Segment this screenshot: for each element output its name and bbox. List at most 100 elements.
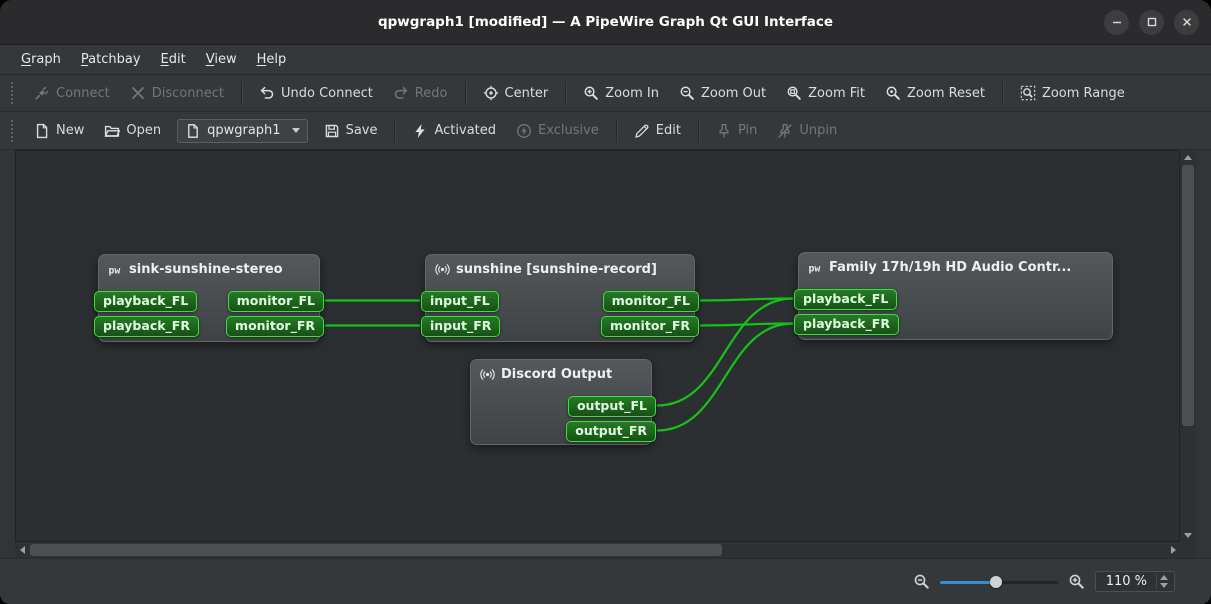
input-port-playback_FR[interactable]: playback_FR: [94, 316, 199, 337]
toolbar-separator: [616, 120, 617, 142]
svg-text:pw: pw: [108, 265, 120, 276]
menu-view[interactable]: View: [197, 48, 246, 71]
input-port-playback_FR[interactable]: playback_FR: [794, 314, 899, 335]
vertical-scrollbar[interactable]: [1180, 150, 1196, 542]
disconnect-button[interactable]: Disconnect: [121, 79, 233, 107]
node-title: pw sink-sunshine-stereo: [99, 255, 319, 277]
close-button[interactable]: [1174, 10, 1199, 35]
toolbar-handle[interactable]: [11, 82, 15, 104]
connect-button[interactable]: Connect: [25, 79, 119, 107]
horizontal-scroll-handle[interactable]: [30, 544, 722, 556]
patchbay-combo[interactable]: qpwgraph1: [177, 119, 307, 143]
activated-icon: [412, 123, 428, 139]
output-port-monitor_FR[interactable]: monitor_FR: [601, 316, 699, 337]
edit-icon: [634, 123, 650, 139]
node-title-text: sink-sunshine-stereo: [129, 262, 283, 277]
toolbar-button-label: Center: [505, 86, 549, 101]
graph-node-family[interactable]: pwFamily 17h/19h HD Audio Contr...playba…: [798, 252, 1113, 340]
vertical-scroll-track[interactable]: [1182, 165, 1194, 527]
toolbar-button-label: Zoom Reset: [907, 86, 985, 101]
unpin-icon: [777, 123, 793, 139]
triangle-left-icon: [20, 546, 25, 554]
maximize-button[interactable]: [1139, 10, 1164, 35]
scrollbar-corner: [1180, 542, 1196, 558]
zoom-out-icon: [679, 85, 695, 101]
zoom-reset-button[interactable]: Zoom Reset: [876, 79, 994, 107]
minimize-button[interactable]: [1104, 10, 1129, 35]
disconnect-icon: [130, 85, 146, 101]
output-port-output_FL[interactable]: output_FL: [568, 396, 656, 417]
window-title: qpwgraph1 [modified] — A PipeWire Graph …: [378, 14, 833, 30]
input-port-input_FL[interactable]: input_FL: [421, 291, 499, 312]
scroll-up-arrow[interactable]: [1180, 150, 1196, 164]
activated-button[interactable]: Activated: [403, 117, 505, 145]
pipewire-icon: pw: [108, 262, 123, 277]
toolbar-button-label: Zoom In: [605, 86, 659, 101]
zoom-in-button[interactable]: Zoom In: [574, 79, 668, 107]
redo-button[interactable]: Redo: [384, 79, 457, 107]
zoom-slider-fill: [940, 581, 997, 584]
toolbar-separator: [394, 120, 395, 142]
new-button[interactable]: New: [25, 117, 93, 145]
input-port-playback_FL[interactable]: playback_FL: [794, 289, 897, 310]
toolbar-button-label: Zoom Fit: [808, 86, 865, 101]
graph-canvas[interactable]: pwsink-sunshine-stereoplayback_FLplaybac…: [15, 150, 1180, 542]
zoom-slider[interactable]: [940, 574, 1058, 590]
menu-patchbay[interactable]: Patchbay: [72, 48, 150, 71]
triangle-down-icon: [1184, 533, 1192, 538]
pipewire-icon: pw: [808, 260, 823, 275]
vertical-scroll-handle[interactable]: [1182, 165, 1194, 426]
toolbar-handle[interactable]: [11, 120, 15, 142]
menu-graph[interactable]: Graph: [12, 48, 70, 71]
toolbar-button-label: Undo Connect: [281, 86, 373, 101]
titlebar: qpwgraph1 [modified] — A PipeWire Graph …: [0, 0, 1211, 45]
zoom-out-icon[interactable]: [913, 573, 930, 590]
graph-node-sink[interactable]: pwsink-sunshine-stereoplayback_FLplaybac…: [98, 254, 320, 342]
output-port-monitor_FR[interactable]: monitor_FR: [226, 316, 324, 337]
graph-node-sunshine[interactable]: sunshine [sunshine-record]input_FLinput_…: [425, 254, 695, 342]
menu-edit[interactable]: Edit: [152, 48, 195, 71]
undo-connect-button[interactable]: Undo Connect: [250, 79, 382, 107]
menu-help[interactable]: Help: [248, 48, 296, 71]
horizontal-scroll-track[interactable]: [30, 544, 1165, 556]
scroll-left-arrow[interactable]: [15, 542, 29, 558]
zoom-slider-handle[interactable]: [990, 576, 1002, 588]
record-icon: [435, 262, 450, 277]
triangle-right-icon: [1171, 546, 1176, 554]
toolbar-separator: [241, 82, 242, 104]
node-title: sunshine [sunshine-record]: [426, 255, 694, 277]
undo-icon: [259, 85, 275, 101]
output-port-monitor_FL[interactable]: monitor_FL: [603, 291, 699, 312]
unpin-button[interactable]: Unpin: [768, 117, 846, 145]
toolbar-button-label: Disconnect: [152, 86, 224, 101]
save-button[interactable]: Save: [315, 117, 387, 145]
zoom-range-button[interactable]: Zoom Range: [1011, 79, 1134, 107]
scroll-right-arrow[interactable]: [1166, 542, 1180, 558]
zoom-reset-icon: [885, 85, 901, 101]
scroll-down-arrow[interactable]: [1180, 528, 1196, 542]
edit-button[interactable]: Edit: [625, 117, 690, 145]
output-port-monitor_FL[interactable]: monitor_FL: [228, 291, 324, 312]
triangle-up-icon: [1184, 155, 1192, 160]
zoom-fit-button[interactable]: Zoom Fit: [777, 79, 874, 107]
file-toolbar: NewOpen qpwgraph1 Save ActivatedExclusive Ed…: [0, 112, 1211, 150]
exclusive-button[interactable]: Exclusive: [507, 117, 608, 145]
graph-node-discord[interactable]: Discord Outputoutput_FLoutput_FR: [470, 359, 652, 445]
input-port-input_FR[interactable]: input_FR: [421, 316, 500, 337]
combo-value: qpwgraph1: [207, 123, 280, 138]
zoom-in-icon[interactable]: [1068, 573, 1085, 590]
open-button[interactable]: Open: [95, 117, 170, 145]
toolbar-separator: [465, 82, 466, 104]
center-button[interactable]: Center: [474, 79, 558, 107]
zoom-value: 110 %: [1106, 574, 1147, 589]
zoom-spinbox[interactable]: 110 %: [1095, 571, 1175, 592]
input-port-playback_FL[interactable]: playback_FL: [94, 291, 197, 312]
graph-toolbar: Connect Disconnect Undo Connect Redo Center Z…: [0, 75, 1211, 112]
spin-down-arrow[interactable]: [1160, 583, 1168, 588]
horizontal-scrollbar[interactable]: [15, 542, 1180, 558]
record-icon: [480, 367, 495, 382]
output-port-output_FR[interactable]: output_FR: [566, 421, 656, 442]
spin-up-arrow[interactable]: [1160, 575, 1168, 580]
zoom-out-button[interactable]: Zoom Out: [670, 79, 775, 107]
pin-button[interactable]: Pin: [707, 117, 766, 145]
